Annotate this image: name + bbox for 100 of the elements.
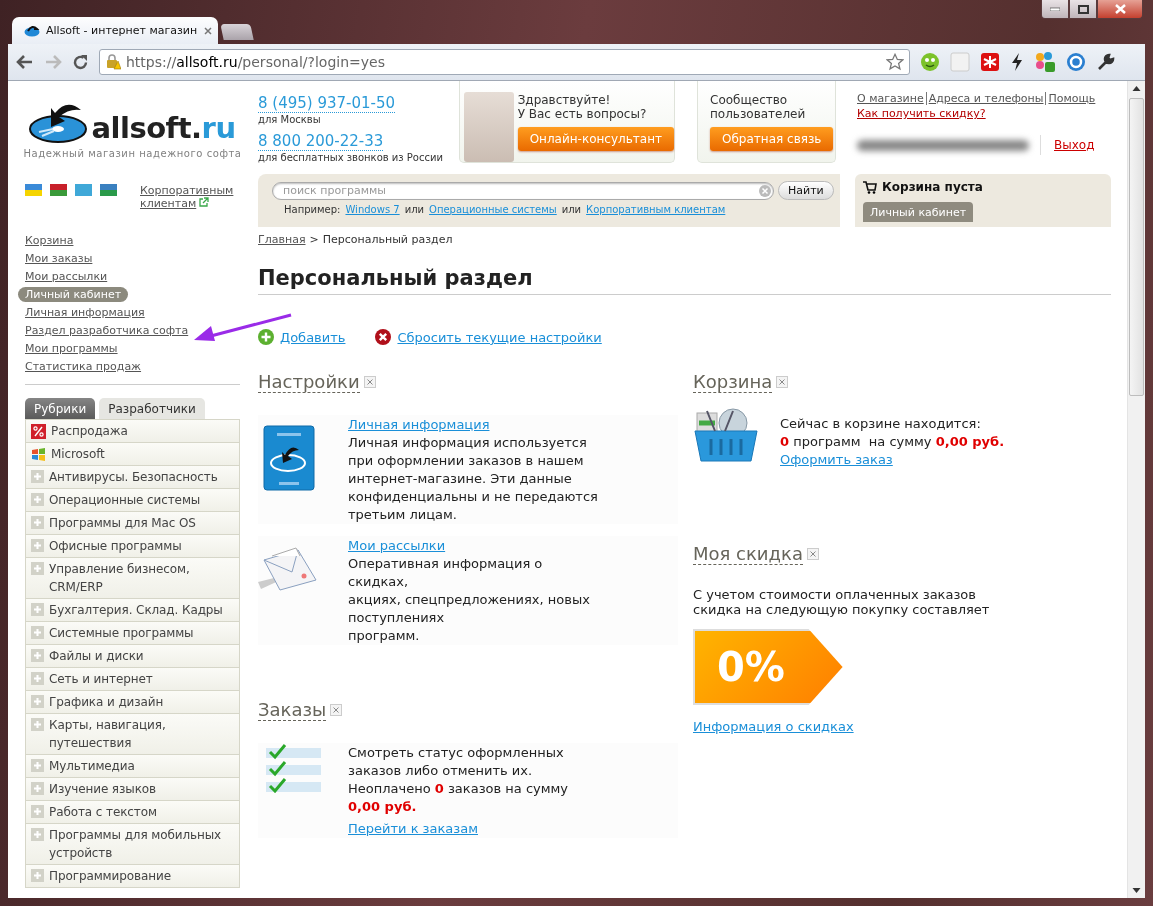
lightning-icon[interactable] xyxy=(1010,52,1024,72)
maximize-icon xyxy=(1077,4,1089,14)
reset-link[interactable]: Сбросить текущие настройки xyxy=(375,329,602,345)
browser-tab[interactable]: Allsoft - интернет магазин xyxy=(12,17,218,44)
close-icon xyxy=(1114,4,1126,14)
search-button[interactable]: Найти xyxy=(778,181,834,200)
widget-link[interactable]: Перейти к заказам xyxy=(348,820,478,838)
expand-icon[interactable] xyxy=(31,672,44,685)
expand-icon[interactable] xyxy=(31,516,44,529)
passport-icon xyxy=(263,425,317,493)
url-text: https://allsoft.ru/personal/?login=yes xyxy=(126,54,386,70)
close-icon xyxy=(333,707,340,713)
expand-icon[interactable] xyxy=(31,805,44,818)
new-tab-button[interactable] xyxy=(220,24,254,40)
smiley-icon[interactable] xyxy=(920,52,940,72)
expand-icon[interactable] xyxy=(31,718,44,731)
flag-icon[interactable] xyxy=(50,184,67,196)
logout-link[interactable]: Выход xyxy=(1054,138,1095,152)
expand-icon[interactable] xyxy=(31,782,44,795)
discount-link[interactable]: Как получить скидку? xyxy=(857,107,986,120)
address-bar[interactable]: https://allsoft.ru/personal/?login=yes xyxy=(99,49,910,75)
consultant-text: У Вас есть вопросы? xyxy=(517,107,648,121)
close-icon xyxy=(366,379,373,385)
expand-icon[interactable] xyxy=(31,493,44,506)
scrollbar[interactable] xyxy=(1127,81,1145,898)
minimize-button[interactable] xyxy=(1041,0,1069,19)
community-title: Сообщество пользователей xyxy=(710,93,807,121)
widget-link[interactable]: Мои рассылки xyxy=(348,538,446,553)
discount-text: С учетом стоимости оплаченных заказов xyxy=(693,587,977,602)
widget-title[interactable]: Моя скидка xyxy=(693,543,803,565)
back-icon[interactable] xyxy=(16,54,34,70)
flag-icon[interactable] xyxy=(75,184,92,196)
expand-icon[interactable] xyxy=(31,603,44,616)
category-tab[interactable]: Рубрики xyxy=(25,398,96,419)
asterisk-icon[interactable] xyxy=(980,52,1000,72)
widget-title[interactable]: Настройки xyxy=(258,371,360,393)
circle-icon[interactable] xyxy=(1066,52,1086,72)
tab-title: Allsoft - интернет магазин xyxy=(46,24,198,37)
cart-text: 0 программ на сумму 0,00 руб. xyxy=(780,433,1006,451)
close-button[interactable] xyxy=(1097,0,1143,19)
widget-title[interactable]: Корзина xyxy=(693,371,773,393)
account-link[interactable]: Мои рассылки xyxy=(25,270,108,283)
account-link[interactable]: Мои заказы xyxy=(25,252,93,265)
expand-icon[interactable] xyxy=(31,539,44,552)
cross-icon xyxy=(375,329,392,345)
widget-title[interactable]: Заказы xyxy=(258,699,327,721)
wrench-icon[interactable] xyxy=(1096,52,1116,72)
expand-icon[interactable] xyxy=(31,869,44,882)
account-link[interactable]: Статистика продаж xyxy=(25,360,142,373)
flag-icon[interactable] xyxy=(25,184,42,196)
description-text: программ. xyxy=(348,627,421,645)
description-text: Личная информация используется при оформлении заказов в нашем интернет-магазине. Эти данные конфиденциальны и не передаются третьим лицам. xyxy=(348,434,598,524)
plus-icon xyxy=(258,329,274,345)
orders-text: Смотреть статус оформленных заказов либо отменить их. xyxy=(348,744,565,780)
section-label: Личный кабинет xyxy=(18,287,129,302)
category-link[interactable]: Microsoft xyxy=(51,445,105,463)
page-title: Персональный раздел xyxy=(258,266,1111,295)
flag-icon[interactable] xyxy=(100,184,117,196)
top-link[interactable]: Адреса и телефоны xyxy=(925,92,1046,105)
expand-icon[interactable] xyxy=(31,695,44,708)
disc-icon xyxy=(24,24,40,37)
clear-icon[interactable] xyxy=(759,184,771,197)
search-field[interactable]: поиск программы xyxy=(272,181,774,200)
expand-icon[interactable] xyxy=(31,649,44,662)
scroll-thumb[interactable] xyxy=(1129,98,1144,396)
expand-icon[interactable] xyxy=(31,828,44,841)
corporate-link[interactable]: Корпоративным клиентам xyxy=(140,184,240,227)
widget-link[interactable]: Оформить заказ xyxy=(780,452,893,467)
account-link[interactable]: Раздел разработчика софта xyxy=(25,324,189,337)
reload-icon[interactable] xyxy=(72,53,89,71)
minimize-icon xyxy=(1050,7,1060,11)
star-icon[interactable] xyxy=(886,53,904,71)
cart-status: Корзина пуста xyxy=(882,180,983,194)
expand-icon[interactable] xyxy=(31,562,44,575)
expand-icon[interactable] xyxy=(31,626,44,639)
account-link[interactable]: Личная информация xyxy=(25,306,145,319)
logo-text[interactable]: allsoft.ru xyxy=(91,113,236,143)
add-link[interactable]: Добавить xyxy=(258,329,346,345)
breadcrumb-separator: > xyxy=(309,233,319,246)
account-link[interactable]: Корзина xyxy=(25,234,74,247)
hint-text: Например: xyxy=(284,204,341,215)
cart-text: Сейчас в корзине находится: xyxy=(780,415,982,433)
widget-link[interactable]: Личная информация xyxy=(348,417,490,432)
category-tab[interactable]: Разработчики xyxy=(99,398,205,419)
forward-icon[interactable] xyxy=(44,54,62,70)
expand-icon[interactable] xyxy=(31,470,44,483)
breadcrumb-link[interactable]: Главная xyxy=(258,233,306,246)
close-icon[interactable] xyxy=(204,26,212,35)
top-link[interactable]: О магазине xyxy=(857,92,926,105)
consultant-text: Здравствуйте! xyxy=(517,93,612,107)
expand-icon[interactable] xyxy=(31,759,44,772)
maximize-button[interactable] xyxy=(1069,0,1097,19)
tagline: Надежный магазин надежного софта xyxy=(23,148,242,159)
top-link[interactable]: Помощь xyxy=(1045,92,1098,105)
percent-icon xyxy=(31,424,46,439)
lock-warning-icon xyxy=(105,54,121,70)
account-link[interactable]: Мои программы xyxy=(25,342,118,355)
orders-text: Неоплачено 0 заказов на сумму 0,00 руб. xyxy=(348,780,570,816)
blank-square-icon[interactable] xyxy=(950,52,970,72)
widget-link[interactable]: Информация о скидках xyxy=(693,719,854,734)
